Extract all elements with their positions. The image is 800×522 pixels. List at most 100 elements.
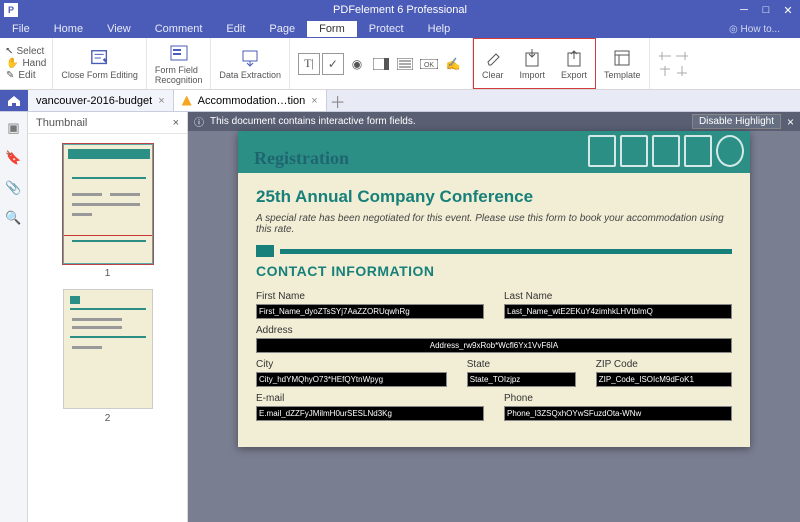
data-extraction-button[interactable]: Data Extraction (211, 38, 290, 89)
email-field[interactable]: E.mail_dZZFyJMilmH0urSESLNd3Kg (256, 406, 484, 421)
thumbnail-page-2[interactable] (63, 289, 153, 409)
city-label: City (256, 359, 447, 370)
close-thumbnail-panel[interactable]: × (173, 117, 179, 129)
section-separator (256, 245, 732, 257)
attachments-icon[interactable]: 📎 (6, 180, 22, 196)
last-name-field[interactable]: Last_Name_wtE2EKuY4zimhkLHVtblmQ (504, 304, 732, 319)
side-rail: ▣ 🔖 📎 🔍 (0, 112, 28, 522)
menu-edit[interactable]: Edit (214, 21, 257, 37)
menu-file[interactable]: File (0, 21, 42, 37)
zip-label: ZIP Code (596, 359, 732, 370)
hdr-icon-2 (620, 135, 648, 167)
zip-field[interactable]: ZIP_Code_ISOIcM9dFoK1 (596, 372, 732, 387)
menu-help[interactable]: Help (416, 21, 463, 37)
menu-protect[interactable]: Protect (357, 21, 416, 37)
doc-tab-1[interactable]: vancouver-2016-budget × (28, 90, 174, 111)
hdr-icon-1 (588, 135, 616, 167)
data-extract-icon (240, 48, 260, 68)
highlighted-io-group: Clear Import Export (473, 38, 596, 89)
first-name-field[interactable]: First_Name_dyoZTsSYj7AaZZORUqwhRg (256, 304, 484, 319)
hdr-icon-5 (716, 135, 744, 167)
align-3[interactable] (658, 65, 672, 77)
how-to-link[interactable]: ◎ How to... (729, 24, 780, 35)
import-icon (522, 48, 542, 68)
signature-tool[interactable]: ✍ (442, 53, 464, 75)
document-viewport[interactable]: ⓘ This document contains interactive for… (188, 112, 800, 522)
ribbon: ⭦Select ✋Hand ✎Edit Close Form Editing F… (0, 38, 800, 90)
thumb-1-label: 1 (63, 268, 153, 279)
hand-icon: ✋ (6, 58, 18, 69)
form-info-bar: ⓘ This document contains interactive for… (188, 112, 800, 131)
align-2[interactable] (675, 50, 689, 62)
menu-comment[interactable]: Comment (143, 21, 215, 37)
address-field[interactable]: Address_rw9xRob*Wcfl6Yx1VvF6IA (256, 338, 732, 353)
phone-label: Phone (504, 393, 732, 404)
hand-tool[interactable]: ✋Hand (6, 58, 46, 69)
last-name-label: Last Name (504, 291, 732, 302)
registration-heading: Registration (254, 148, 349, 169)
export-button[interactable]: Export (553, 39, 595, 88)
button-tool[interactable]: OK (418, 53, 440, 75)
close-window-button[interactable]: ✕ (778, 3, 798, 17)
minimize-button[interactable]: ─ (734, 3, 754, 17)
document-tab-bar: vancouver-2016-budget × Accommodation…ti… (0, 90, 800, 112)
title-bar: P PDFelement 6 Professional ─ □ ✕ (0, 0, 800, 20)
template-button[interactable]: Template (596, 38, 650, 89)
menu-page[interactable]: Page (257, 21, 307, 37)
home-tab-button[interactable] (0, 90, 28, 111)
address-label: Address (256, 325, 732, 336)
conference-title: 25th Annual Company Conference (256, 187, 732, 207)
first-name-label: First Name (256, 291, 484, 302)
pdf-page: Registration 25th Annual Company Confere… (238, 131, 750, 447)
close-tab-2[interactable]: × (311, 95, 317, 107)
selection-group: ⭦Select ✋Hand ✎Edit (0, 38, 53, 89)
text-field-tool[interactable]: T| (298, 53, 320, 75)
thumbnail-title: Thumbnail (36, 117, 87, 129)
export-icon (564, 48, 584, 68)
checkbox-tool[interactable]: ✓ (322, 53, 344, 75)
select-tool[interactable]: ⭦Select (6, 46, 46, 57)
template-icon (612, 48, 632, 68)
menu-view[interactable]: View (95, 21, 143, 37)
menu-bar: File Home View Comment Edit Page Form Pr… (0, 20, 800, 38)
svg-text:OK: OK (424, 62, 434, 69)
form-edit-icon (90, 48, 110, 68)
combobox-tool[interactable] (370, 53, 392, 75)
state-label: State (467, 359, 576, 370)
city-field[interactable]: City_hdYMQhyO73*HEfQYtnWpyg (256, 372, 447, 387)
close-info-bar[interactable]: × (787, 115, 794, 129)
align-1[interactable] (658, 50, 672, 62)
menu-form[interactable]: Form (307, 21, 357, 37)
menu-home[interactable]: Home (42, 21, 95, 37)
disable-highlight-button[interactable]: Disable Highlight (692, 114, 781, 129)
doc-tab-2[interactable]: Accommodation…tion × (174, 90, 327, 111)
phone-field[interactable]: Phone_I3ZSQxhOYwSFuzdOta-WNw (504, 406, 732, 421)
thumbnail-panel: Thumbnail × 1 (28, 112, 188, 522)
thumbnails-icon[interactable]: ▣ (6, 120, 22, 136)
eraser-icon (483, 48, 503, 68)
thumb-2-label: 2 (63, 413, 153, 424)
radio-tool[interactable]: ◉ (346, 53, 368, 75)
thumbnail-list[interactable]: 1 2 (28, 134, 187, 522)
maximize-button[interactable]: □ (756, 3, 776, 17)
state-field[interactable]: State_TOIzjpz (467, 372, 576, 387)
app-title: PDFelement 6 Professional (333, 4, 467, 16)
listbox-tool[interactable] (394, 53, 416, 75)
work-area: ▣ 🔖 📎 🔍 Thumbnail × 1 (0, 112, 800, 522)
edit-tool[interactable]: ✎Edit (6, 70, 46, 81)
bookmarks-icon[interactable]: 🔖 (6, 150, 22, 166)
clear-button[interactable]: Clear (474, 39, 512, 88)
thumbnail-page-1[interactable] (63, 144, 153, 264)
intro-text: A special rate has been negotiated for t… (256, 213, 732, 235)
search-icon[interactable]: 🔍 (6, 210, 22, 226)
align-4[interactable] (675, 65, 689, 77)
close-form-editing-button[interactable]: Close Form Editing (53, 38, 147, 89)
email-label: E-mail (256, 393, 484, 404)
form-field-recognition-button[interactable]: Form Field Recognition (147, 38, 212, 89)
warning-icon (182, 96, 192, 106)
pointer-icon: ⭦ (6, 46, 13, 57)
add-tab-button[interactable]: ＋ (327, 90, 349, 111)
hdr-icon-3 (652, 135, 680, 167)
import-button[interactable]: Import (511, 39, 553, 88)
close-tab-1[interactable]: × (158, 95, 164, 107)
